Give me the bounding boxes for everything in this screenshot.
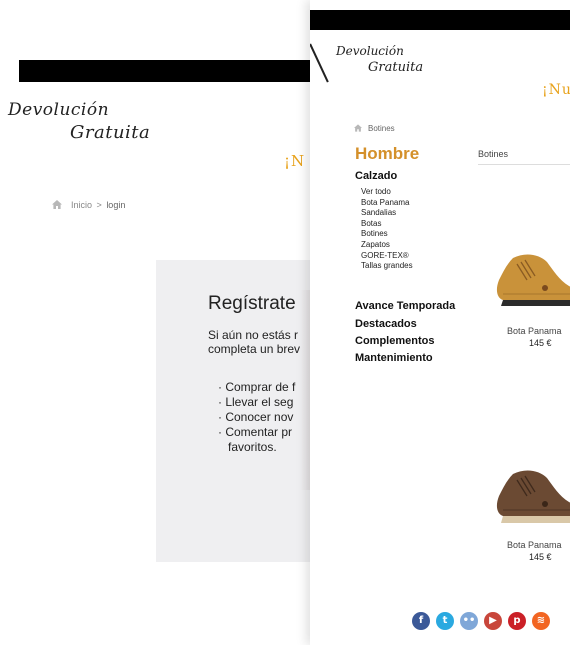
product-image[interactable] [483,466,570,526]
returns-logo: Devolución Gratuita [336,44,496,84]
product-price: 145 € [529,338,552,348]
sidebar-item-sandalias[interactable]: Sandalias [361,208,413,219]
register-intro-line: completa un brev [208,342,301,356]
youtube-icon[interactable]: ▶ [484,612,502,630]
facebook-icon[interactable]: f [412,612,430,630]
sidebar-item-tallas-grandes[interactable]: Tallas grandes [361,261,413,272]
product-price: 145 € [529,552,552,562]
twitter-icon[interactable]: t [436,612,454,630]
register-intro-line: Si aún no estás r [208,328,299,342]
breadcrumb: Inicio > login [52,200,125,210]
sidebar-section-avance-temporada[interactable]: Avance Temporada [355,300,455,312]
breadcrumb-current: login [106,200,126,210]
product-name[interactable]: Bota Panama [507,540,570,550]
home-icon[interactable] [354,124,362,132]
sidebar-section-calzado[interactable]: Calzado [355,170,397,182]
breadcrumb-separator: > [96,200,102,210]
register-intro: Si aún no estás r completa un brev [208,328,300,356]
logo-divider [310,43,329,83]
benefit-item: Comprar de f [218,380,295,395]
sidebar-section-mantenimiento[interactable]: Mantenimiento [355,352,433,364]
catalog-page: Devolución Gratuita ¡Nu Botines Hombre B… [310,0,570,645]
benefit-item: Comentar pr [218,425,295,440]
tab-divider [478,164,570,165]
login-page: Devolución Gratuita ¡N Inicio > login Re… [0,0,330,645]
promo-banner[interactable]: ¡N [284,152,305,170]
breadcrumb: Botines [354,124,395,133]
benefit-item: Conocer nov [218,410,295,425]
sidebar-item-bota-panama[interactable]: Bota Panama [361,198,413,209]
home-icon[interactable] [52,200,62,209]
benefit-item-continuation: favoritos. [228,440,277,454]
benefit-item: Llevar el seg [218,395,295,410]
logo-line-2: Gratuita [70,122,151,143]
flickr-icon[interactable]: •• [460,612,478,630]
product-image[interactable] [483,250,570,310]
product-name[interactable]: Bota Panama [507,326,570,336]
top-bar [310,10,570,30]
logo-line-2: Gratuita [368,60,424,75]
breadcrumb-home[interactable]: Inicio [71,200,92,210]
sidebar-item-botines[interactable]: Botines [361,229,413,240]
tab-botines[interactable]: Botines [478,149,508,159]
sidebar-section-destacados[interactable]: Destacados [355,318,417,330]
sidebar-item-zapatos[interactable]: Zapatos [361,240,413,251]
sidebar-item-botas[interactable]: Botas [361,219,413,230]
top-bar [19,60,319,82]
logo-line-1: Devolución [336,44,404,58]
register-benefits-list: Comprar de f Llevar el seg Conocer nov C… [218,380,295,455]
returns-logo: Devolución Gratuita [8,100,168,150]
pinterest-icon[interactable]: p [508,612,526,630]
logo-line-1: Devolución [8,100,110,120]
sidebar-calzado-list: Ver todo Bota Panama Sandalias Botas Bot… [361,187,413,272]
rss-icon[interactable]: ≋ [532,612,550,630]
promo-banner[interactable]: ¡Nu [542,82,570,98]
sidebar-item-ver-todo[interactable]: Ver todo [361,187,413,198]
register-title: Regístrate [208,293,296,314]
sidebar-item-gore-tex[interactable]: GORE-TEX® [361,251,413,262]
sidebar-section-complementos[interactable]: Complementos [355,335,434,347]
breadcrumb-current[interactable]: Botines [368,124,395,133]
category-title: Hombre [355,144,420,163]
